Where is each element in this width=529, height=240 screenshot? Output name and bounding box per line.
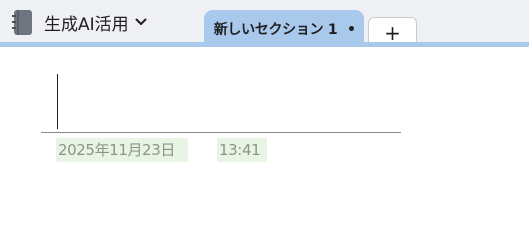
top-bar: 生成AI活用 新しいセクション 1 + [0,0,529,47]
page-title-input[interactable] [58,74,398,129]
add-section-button[interactable]: + [368,17,417,45]
chevron-down-icon [135,18,147,25]
tab-strip-underline [0,42,529,47]
notebook-icon [12,9,34,35]
page-date[interactable]: 2025年11月23日 [56,138,188,162]
notebook-name: 生成AI活用 [44,14,129,35]
title-divider [41,132,401,133]
tab-label: 新しいセクション 1 [213,21,338,38]
notebook-picker[interactable]: 生成AI活用 [12,8,147,36]
plus-icon: + [384,21,401,45]
text-cursor [57,74,58,129]
page-time[interactable]: 13:41 [217,138,267,162]
dot-icon [349,26,355,31]
